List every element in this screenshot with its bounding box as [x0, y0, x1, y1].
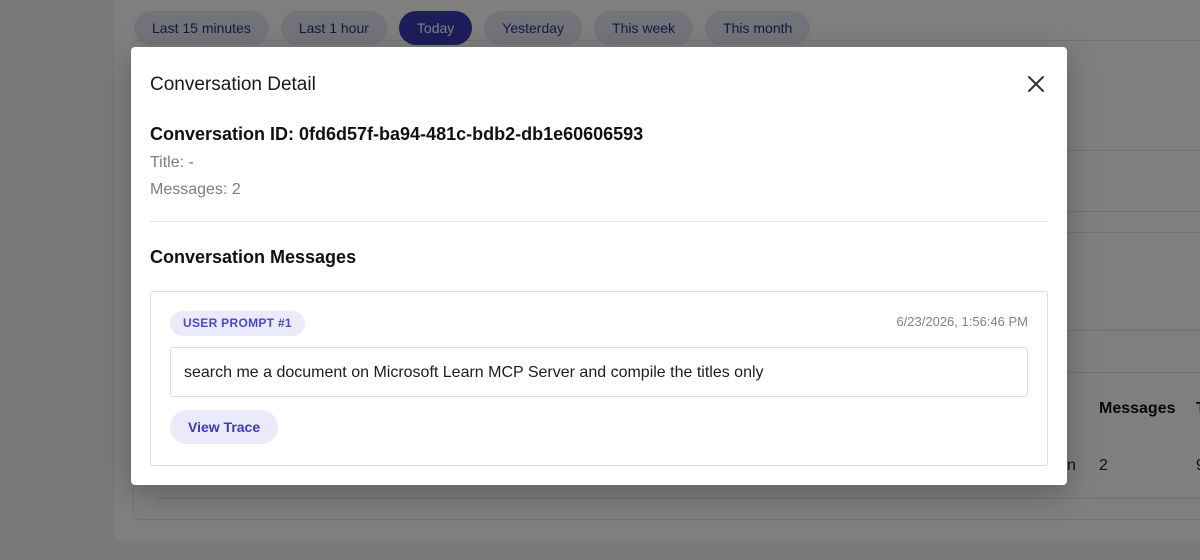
message-count: Messages: 2	[150, 181, 241, 198]
close-icon	[1028, 76, 1044, 92]
divider	[150, 221, 1048, 222]
view-trace-button[interactable]: View Trace	[170, 410, 279, 444]
close-button[interactable]	[1024, 72, 1048, 96]
prompt-badge: USER PROMPT #1	[170, 311, 305, 336]
section-title: Conversation Messages	[150, 247, 357, 267]
modal-title: Conversation Detail	[150, 74, 316, 95]
conversation-title: Title: -	[150, 154, 194, 171]
message-timestamp: 6/23/2026, 1:56:46 PM	[896, 314, 1028, 329]
conversation-detail-modal: Conversation Detail Conversation ID: 0fd…	[131, 47, 1067, 485]
conversation-id: Conversation ID: 0fd6d57f-ba94-481c-bdb2…	[150, 124, 644, 144]
message-card: USER PROMPT #1 6/23/2026, 1:56:46 PM sea…	[150, 291, 1048, 466]
message-text: search me a document on Microsoft Learn …	[170, 347, 1028, 397]
